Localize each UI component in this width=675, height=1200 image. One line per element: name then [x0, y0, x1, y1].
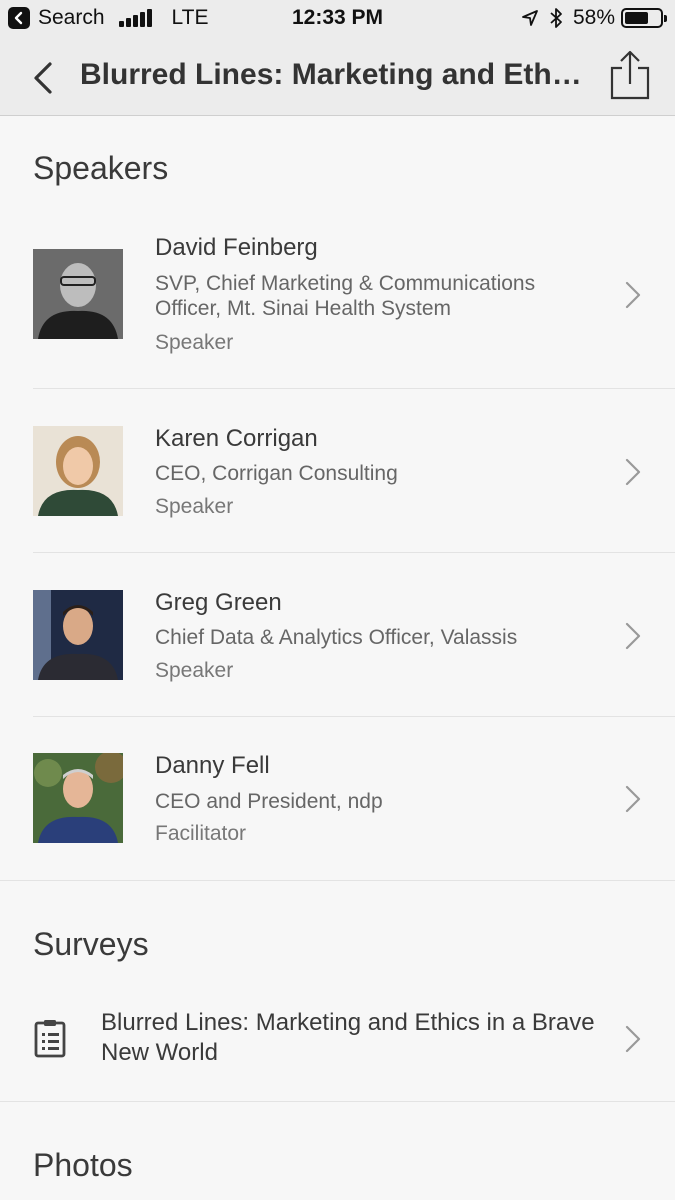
speaker-row-karen-corrigan[interactable]: Karen Corrigan CEO, Corrigan Consulting …	[0, 389, 675, 552]
speakers-header: Speakers	[33, 150, 169, 186]
chevron-left-icon[interactable]	[28, 58, 58, 98]
avatar	[33, 753, 123, 843]
bluetooth-icon	[550, 8, 562, 28]
speaker-name: David Feinberg	[155, 234, 318, 261]
speaker-role: Speaker	[155, 331, 234, 354]
speaker-role: Speaker	[155, 495, 234, 518]
speaker-title: SVP, Chief Marketing & Communications Of…	[155, 272, 536, 320]
photos-header: Photos	[33, 1147, 133, 1183]
chevron-right-icon	[625, 458, 641, 486]
avatar	[33, 426, 123, 516]
speaker-name: Danny Fell	[155, 752, 270, 779]
speaker-row-greg-green[interactable]: Greg Green Chief Data & Analytics Office…	[0, 553, 675, 716]
battery-icon	[621, 8, 667, 28]
status-bar: Search LTE 12:33 PM 58%	[0, 0, 675, 38]
speaker-row-david-feinberg[interactable]: David Feinberg SVP, Chief Marketing & Co…	[0, 215, 675, 389]
chevron-right-icon	[625, 281, 641, 309]
avatar	[33, 249, 123, 339]
survey-item[interactable]: Blurred Lines: Marketing and Ethics in a…	[0, 990, 675, 1102]
battery-percent: 58%	[572, 6, 615, 29]
chevron-right-icon	[625, 785, 641, 813]
speaker-name: Karen Corrigan	[155, 425, 318, 452]
speaker-role: Facilitator	[155, 822, 247, 845]
section-divider	[0, 880, 675, 881]
survey-title: Blurred Lines: Marketing and Ethics in a…	[101, 1009, 595, 1066]
page-title: Blurred Lines: Marketing and Ethi...	[80, 58, 585, 91]
speaker-title: CEO and President, ndp	[155, 790, 383, 813]
surveys-header: Surveys	[33, 926, 149, 962]
share-icon[interactable]	[608, 50, 652, 102]
navigation-bar: Blurred Lines: Marketing and Ethi...	[0, 38, 675, 116]
clipboard-icon	[34, 1020, 66, 1058]
speaker-title: CEO, Corrigan Consulting	[155, 462, 398, 485]
location-icon	[522, 10, 538, 26]
avatar	[33, 590, 123, 680]
speaker-row-danny-fell[interactable]: Danny Fell CEO and President, ndp Facili…	[0, 717, 675, 880]
chevron-right-icon	[625, 1025, 641, 1053]
speaker-role: Speaker	[155, 659, 234, 682]
speaker-name: Greg Green	[155, 589, 282, 616]
speaker-title: Chief Data & Analytics Officer, Valassis	[155, 626, 518, 649]
chevron-right-icon	[625, 622, 641, 650]
section-divider	[0, 1101, 675, 1102]
